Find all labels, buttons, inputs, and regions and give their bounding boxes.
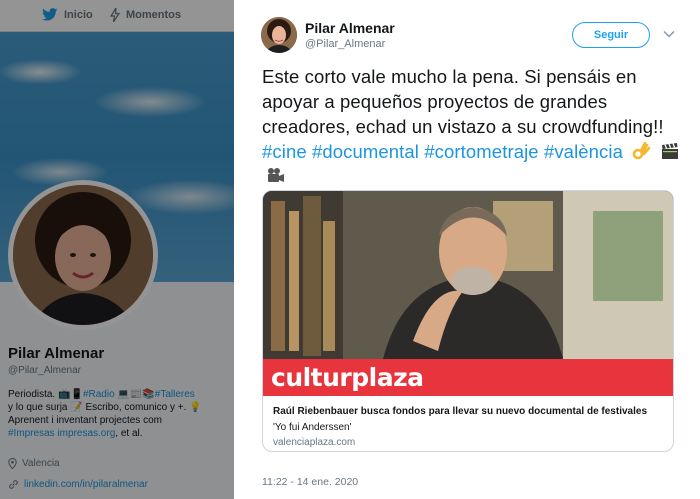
hashtag-cortometraje[interactable]: #cortometraje <box>424 141 538 162</box>
card-description: 'Yo fui Anderssen' <box>273 422 352 433</box>
card-image <box>263 191 673 359</box>
hashtag-documental[interactable]: #documental <box>312 141 419 162</box>
chevron-down-icon[interactable] <box>663 30 675 38</box>
tweet-author-handle[interactable]: @Pilar_Almenar <box>305 38 385 50</box>
card-photo <box>263 191 673 359</box>
link-preview-card[interactable]: culturplaza Raúl Riebenbauer busca fondo… <box>262 190 674 452</box>
tweet-modal: Pilar Almenar @Pilar_Almenar Seguir Este… <box>234 0 700 499</box>
hashtag-cine[interactable]: #cine <box>262 141 307 162</box>
clapper-board-icon <box>661 143 678 159</box>
ok-hand-icon <box>632 141 651 160</box>
tweet-body: Este corto vale mucho la pena. Si pensái… <box>262 66 664 137</box>
card-domain: valenciaplaza.com <box>273 437 356 448</box>
card-title: Raúl Riebenbauer busca fondos para lleva… <box>273 406 647 417</box>
tweet-author-name[interactable]: Pilar Almenar <box>305 20 395 36</box>
hashtag-valencia[interactable]: #valència <box>544 141 623 162</box>
tweet-author-avatar[interactable] <box>261 17 297 53</box>
culturplaza-logo: culturplaza <box>271 363 424 392</box>
culturplaza-banner: culturplaza <box>263 359 673 396</box>
movie-camera-icon <box>268 168 284 182</box>
follow-button[interactable]: Seguir <box>572 22 650 48</box>
avatar-photo <box>261 17 297 53</box>
tweet-timestamp[interactable]: 11:22 - 14 ene. 2020 <box>262 476 358 488</box>
tweet-text: Este corto vale mucho la pena. Si pensái… <box>262 64 687 189</box>
